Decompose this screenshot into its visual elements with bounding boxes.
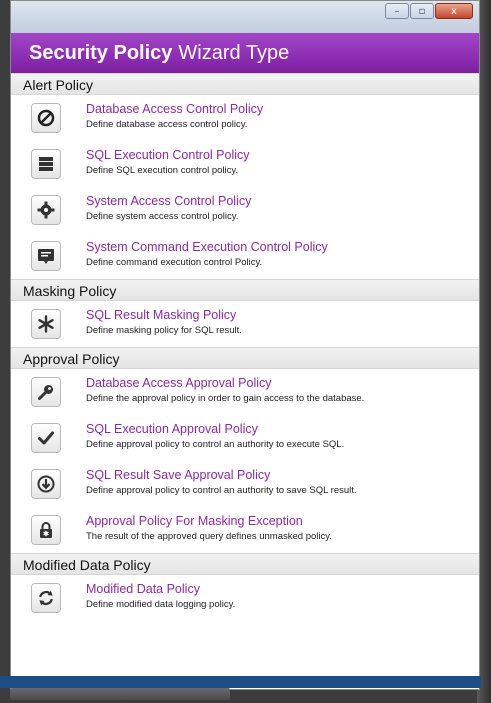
item-title: Approval Policy For Masking Exception <box>86 514 303 528</box>
item-title: SQL Execution Approval Policy <box>86 422 258 436</box>
taskbar-strip <box>0 676 481 688</box>
item-title: SQL Result Masking Policy <box>86 308 237 322</box>
item-modified-data-policy[interactable]: Modified Data Policy Define modified dat… <box>11 575 479 621</box>
item-title: System Access Control Policy <box>86 194 252 208</box>
item-database-access-approval[interactable]: Database Access Approval Policy Define t… <box>11 369 479 415</box>
terminal-icon <box>31 241 61 271</box>
item-description: The result of the approved query defines… <box>86 531 332 542</box>
item-title: System Command Execution Control Policy <box>86 240 328 254</box>
section-modified-data-policy: Modified Data Policy <box>11 553 479 575</box>
wizard-window: – ▫ x Security Policy Wizard Type Alert … <box>10 0 480 690</box>
item-sql-execution-approval[interactable]: SQL Execution Approval Policy Define app… <box>11 415 479 461</box>
item-title: SQL Execution Control Policy <box>86 148 250 162</box>
item-description: Define approval policy to control an aut… <box>86 485 357 496</box>
section-alert-policy: Alert Policy <box>11 73 479 95</box>
asterisk-icon <box>31 309 61 339</box>
horizontal-scrollbar[interactable] <box>10 688 230 700</box>
item-database-access-control[interactable]: Database Access Control Policy Define da… <box>11 95 479 141</box>
database-stack-icon <box>31 149 61 179</box>
item-description: Define system access control policy. <box>86 211 239 222</box>
item-sql-result-masking[interactable]: SQL Result Masking Policy Define masking… <box>11 301 479 347</box>
policy-list: Alert Policy Database Access Control Pol… <box>11 73 479 673</box>
download-circle-icon <box>31 469 61 499</box>
section-masking-policy: Masking Policy <box>11 279 479 301</box>
item-description: Define SQL execution control policy. <box>86 165 239 176</box>
item-description: Define command execution control Policy. <box>86 257 263 268</box>
item-title: Modified Data Policy <box>86 582 200 596</box>
item-description: Define the approval policy in order to g… <box>86 393 365 404</box>
item-system-access-control[interactable]: System Access Control Policy Define syst… <box>11 187 479 233</box>
gear-icon <box>31 195 61 225</box>
item-title: Database Access Control Policy <box>86 102 264 116</box>
window-controls: – ▫ x <box>385 3 473 19</box>
close-button[interactable]: x <box>435 3 473 19</box>
item-masking-exception-approval[interactable]: Approval Policy For Masking Exception Th… <box>11 507 479 553</box>
item-sql-result-save-approval[interactable]: SQL Result Save Approval Policy Define a… <box>11 461 479 507</box>
page-title-rest: Wizard Type <box>178 41 290 64</box>
maximize-button[interactable]: ▫ <box>410 3 434 19</box>
item-description: Define approval policy to control an aut… <box>86 439 345 450</box>
page-title: Security Policy Wizard Type <box>11 33 479 73</box>
item-title: SQL Result Save Approval Policy <box>86 468 271 482</box>
section-approval-policy: Approval Policy <box>11 347 479 369</box>
no-entry-icon <box>31 103 61 133</box>
item-description: Define modified data logging policy. <box>86 599 236 610</box>
item-sql-execution-control[interactable]: SQL Execution Control Policy Define SQL … <box>11 141 479 187</box>
item-description: Define database access control policy. <box>86 119 248 130</box>
key-icon <box>31 377 61 407</box>
refresh-icon <box>31 583 61 613</box>
page-title-bold: Security Policy <box>29 41 173 64</box>
checkmark-icon <box>31 423 61 453</box>
lock-asterisk-icon <box>31 515 61 545</box>
item-title: Database Access Approval Policy <box>86 376 272 390</box>
item-system-command-execution[interactable]: System Command Execution Control Policy … <box>11 233 479 279</box>
minimize-button[interactable]: – <box>385 3 409 19</box>
item-description: Define masking policy for SQL result. <box>86 325 242 336</box>
